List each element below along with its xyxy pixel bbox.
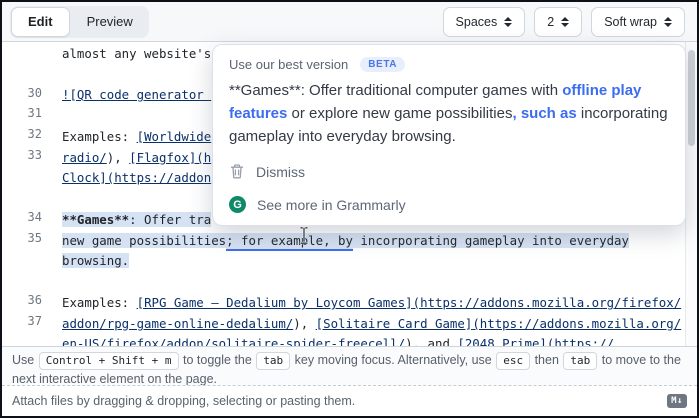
markdown-link: radio/ — [62, 150, 107, 165]
indent-mode-value: Spaces — [456, 15, 498, 29]
tab-edit[interactable]: Edit — [11, 7, 70, 37]
code-text: almost any website's — [62, 46, 211, 61]
suggestion-plain: **Games**: Offer traditional computer ga… — [229, 82, 562, 99]
code-line[interactable]: addon/rpg-game-online-dedalium/), [Solit… — [2, 315, 683, 336]
markdown-image-link: ![QR code generator — [62, 87, 211, 102]
code-text: Examples: — [62, 295, 137, 310]
grammarly-suggestion-popup: Use our best version BETA **Games**: Off… — [212, 44, 686, 226]
suggestion-change: , such as — [512, 105, 576, 122]
wrap-mode-select[interactable]: Soft wrap — [591, 7, 685, 37]
help-text: to toggle the — [180, 353, 256, 367]
markdown-icon: M↓ — [667, 394, 687, 408]
indent-size-value: 2 — [547, 15, 554, 29]
code-line[interactable]: en-US/firefox/addon/solitaire-spider-fre… — [2, 335, 683, 346]
markdown-link: Clock](https://addon — [62, 170, 211, 185]
markdown-link: [Worldwide — [137, 129, 212, 144]
attach-files-message: Attach files by dragging & dropping, sel… — [12, 394, 355, 408]
grammarly-suggestion-underline[interactable]: ; for example, by — [226, 233, 353, 251]
help-text: then — [531, 353, 562, 367]
scrollbar-thumb[interactable] — [688, 50, 695, 146]
markdown-link: [RPG Game – Dedalium by Loycom Games] — [137, 295, 413, 310]
markdown-url: (https://addons.mozilla.org/ — [472, 316, 681, 331]
code-text-selected: **Games** — [62, 212, 129, 227]
code-text-selected: incorporating gameplay into everyday — [353, 233, 629, 248]
markdown-link: [2048 Prime] — [457, 336, 547, 346]
popup-title: Use our best version — [229, 57, 348, 72]
markdown-url: (https://addons.mozilla.org/firefox/ — [413, 295, 682, 310]
see-more-label: See more in Grammarly — [257, 197, 406, 213]
see-more-in-grammarly-link[interactable]: G See more in Grammarly — [229, 196, 406, 213]
toolbar-controls: Spaces 2 Soft wrap — [443, 7, 685, 37]
up-down-arrows-icon — [504, 17, 512, 27]
up-down-arrows-icon — [561, 17, 569, 27]
suggestion-plain: or explore new game possibilities — [287, 105, 512, 122]
code-line[interactable]: 37 Examples: [RPG Game – Dedalium by Loy… — [2, 294, 683, 315]
code-text: Examples: — [62, 129, 137, 144]
markdown-url: addon/rpg-game-online-dedalium/ — [62, 316, 293, 331]
kbd-control-shift-m: Control + Shift + m — [39, 352, 179, 370]
beta-badge: BETA — [360, 57, 405, 72]
code-text-selected: browsing. — [62, 253, 129, 268]
edit-preview-tabs: Edit Preview — [10, 6, 149, 38]
markdown-url: en-US/firefox/addon/solitaire-spider-fre… — [62, 336, 405, 346]
editor-scrollbar[interactable] — [685, 42, 697, 346]
help-text: Use — [12, 353, 38, 367]
grammarly-icon: G — [229, 196, 246, 213]
trash-icon — [229, 163, 245, 180]
attachment-footer[interactable]: Attach files by dragging & dropping, sel… — [2, 385, 697, 416]
markdown-url: (https:// — [547, 336, 614, 346]
up-down-arrows-icon — [664, 17, 672, 27]
code-text: ), — [293, 316, 315, 331]
kbd-esc: esc — [496, 352, 530, 370]
kbd-tab: tab — [256, 352, 290, 370]
code-line[interactable]: 36 — [2, 273, 683, 294]
suggestion-text[interactable]: **Games**: Offer traditional computer ga… — [229, 79, 673, 148]
dismiss-label: Dismiss — [256, 164, 305, 180]
code-text: ), and — [405, 336, 457, 346]
code-line[interactable]: new game possibilities; for example, by … — [2, 232, 683, 253]
code-text-selected: new game possibilities — [62, 233, 226, 248]
dismiss-button[interactable]: Dismiss — [229, 163, 305, 180]
markdown-link: [Solitaire Card Game] — [316, 316, 473, 331]
popup-header: Use our best version BETA — [229, 57, 405, 72]
wrap-mode-value: Soft wrap — [604, 15, 657, 29]
kbd-tab: tab — [563, 352, 597, 370]
indent-size-select[interactable]: 2 — [534, 7, 582, 37]
code-line[interactable]: browsing. — [2, 252, 683, 273]
keyboard-help-bar: Use Control + Shift + m to toggle the ta… — [2, 346, 697, 385]
editor-toolbar: Edit Preview Spaces 2 Soft wrap — [2, 2, 697, 42]
code-text-selected: : Offer tra — [129, 212, 211, 227]
editor-window: Edit Preview Spaces 2 Soft wrap almost a… — [0, 0, 699, 418]
markdown-link: [Flagfox](h — [129, 150, 211, 165]
indent-mode-select[interactable]: Spaces — [443, 7, 526, 37]
tab-preview[interactable]: Preview — [71, 7, 149, 37]
code-text: ), — [107, 150, 129, 165]
help-text: key moving focus. Alternatively, use — [291, 353, 495, 367]
text-cursor — [298, 226, 310, 250]
